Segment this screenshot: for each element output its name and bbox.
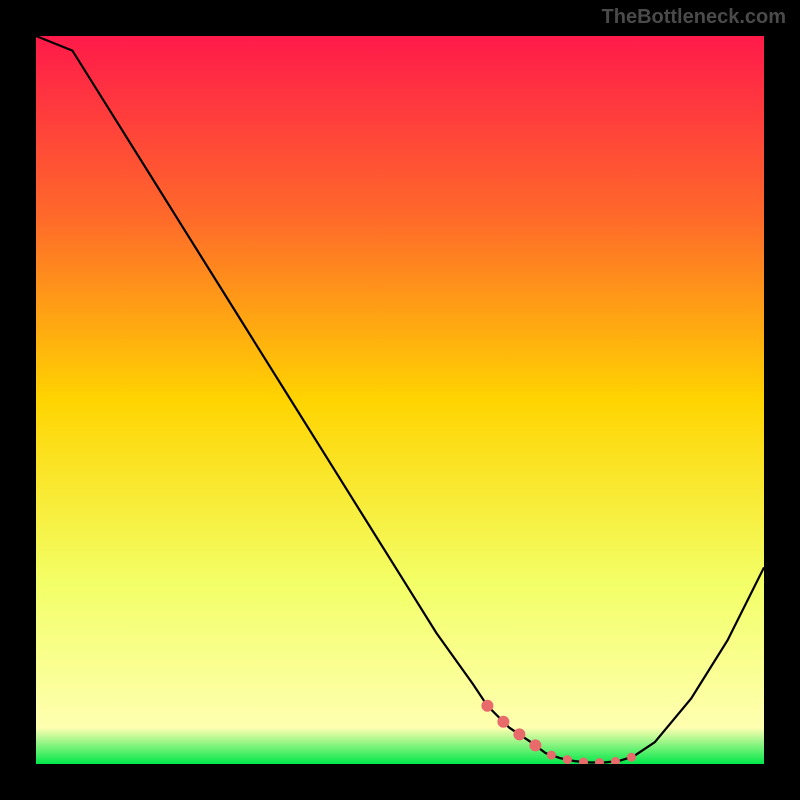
watermark: TheBottleneck.com xyxy=(602,6,786,29)
heatmap-background xyxy=(36,36,764,764)
highlight-dot xyxy=(529,739,541,751)
chart-area xyxy=(36,36,764,764)
highlight-dot xyxy=(547,751,556,760)
highlight-dot xyxy=(513,728,525,740)
highlight-dot xyxy=(497,716,509,728)
chart-svg xyxy=(36,36,764,764)
highlight-dot xyxy=(563,755,572,764)
highlight-dot xyxy=(481,700,493,712)
highlight-dot xyxy=(627,753,636,762)
